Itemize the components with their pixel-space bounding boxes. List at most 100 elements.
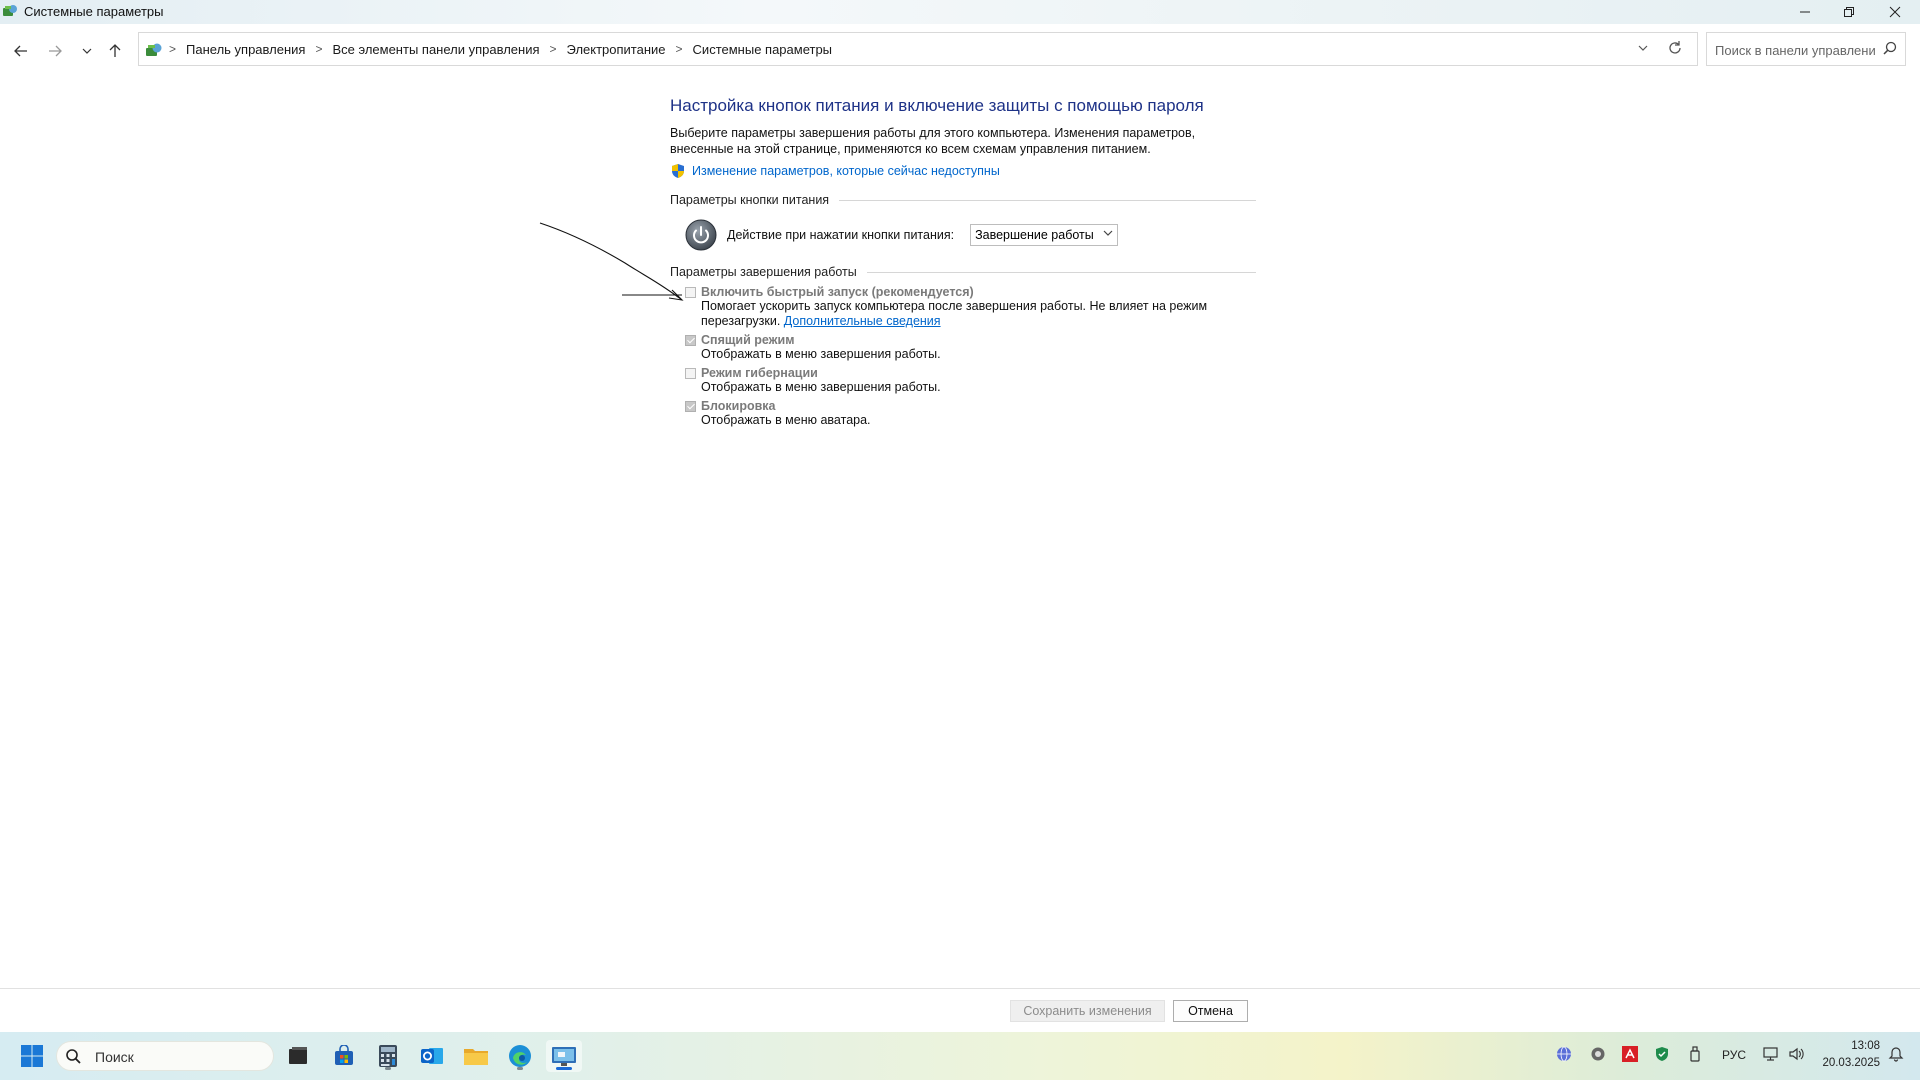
fast-startup-description: Помогает ускорить запуск компьютера посл… [701, 299, 1260, 329]
windows-logo-icon [21, 1045, 43, 1067]
change-unavailable-settings-link[interactable]: Изменение параметров, которые сейчас нед… [692, 164, 1000, 178]
volume-icon[interactable] [1788, 1046, 1806, 1062]
taskbar-outlook[interactable] [414, 1040, 450, 1072]
restore-icon [1844, 7, 1854, 17]
running-indicator [385, 1067, 391, 1070]
forward-arrow-icon [49, 45, 62, 57]
power-button-group-header: Параметры кнопки питания [670, 193, 1260, 207]
hibernate-label: Режим гибернации [701, 366, 818, 380]
lock-description: Отображать в меню аватара. [701, 413, 871, 427]
page-title: Настройка кнопок питания и включение защ… [670, 96, 1204, 115]
minimize-icon [1800, 11, 1810, 13]
hibernate-checkbox[interactable] [685, 367, 696, 379]
breadcrumb: > Панель управления > Все элементы панел… [169, 33, 832, 65]
language-indicator[interactable]: РУС [1722, 1048, 1746, 1062]
back-arrow-icon [14, 45, 27, 57]
save-changes-button[interactable]: Сохранить изменения [1010, 1000, 1165, 1022]
close-icon [1889, 6, 1901, 18]
chevron-down-icon [82, 48, 92, 54]
start-button[interactable] [14, 1040, 50, 1072]
title-bar: Системные параметры [0, 0, 1920, 24]
clock-date: 20.03.2025 [1822, 1057, 1880, 1069]
network-icon[interactable] [1762, 1046, 1780, 1062]
search-icon[interactable] [1883, 41, 1897, 55]
search-box[interactable] [1706, 32, 1906, 66]
taskbar-search-label: Поиск [95, 1049, 134, 1065]
power-group-title: Параметры кнопки питания [670, 193, 830, 207]
up-arrow-icon [109, 44, 121, 57]
folder-icon [464, 1049, 488, 1065]
shutdown-group-title: Параметры завершения работы [670, 265, 857, 279]
fast-startup-desc-line2: перезагрузки. [701, 314, 781, 328]
control-panel-icon [552, 1047, 576, 1066]
control-panel-icon [3, 5, 17, 16]
chevron-right-icon[interactable]: > [676, 42, 683, 56]
main-content: Настройка кнопок питания и включение защ… [670, 96, 1260, 428]
more-info-link[interactable]: Дополнительные сведения [784, 314, 941, 328]
lock-option: Блокировка Отображать в меню аватара. [685, 399, 1260, 428]
forward-button[interactable] [42, 38, 68, 64]
back-button[interactable] [8, 38, 34, 64]
taskbar: Поиск РУС 13:08 20.03.2025 [0, 1032, 1920, 1080]
running-indicator [556, 1067, 572, 1070]
control-panel-icon [146, 43, 162, 56]
divider [839, 199, 1256, 201]
amd-tray-icon[interactable] [1622, 1046, 1638, 1062]
cancel-button[interactable]: Отмена [1173, 1000, 1248, 1022]
sleep-option: Спящий режим Отображать в меню завершени… [685, 333, 1260, 362]
calculator-icon [379, 1045, 397, 1067]
clock[interactable]: 13:08 20.03.2025 [1810, 1038, 1880, 1072]
webcam-tray-icon[interactable] [1590, 1046, 1606, 1062]
power-button-action-row: Действие при нажатии кнопки питания: Зав… [685, 219, 1260, 251]
security-tray-icon[interactable] [1654, 1046, 1670, 1062]
store-icon [335, 1045, 353, 1065]
breadcrumb-system-settings[interactable]: Системные параметры [693, 42, 832, 57]
task-view-icon [289, 1047, 307, 1064]
breadcrumb-control-panel[interactable]: Панель управления [186, 42, 305, 57]
taskbar-task-view[interactable] [280, 1040, 316, 1072]
address-history-chevron-icon[interactable] [1637, 42, 1649, 54]
taskbar-calculator[interactable] [370, 1040, 406, 1072]
usb-tray-icon[interactable] [1688, 1046, 1702, 1062]
navigation-bar: > Панель управления > Все элементы панел… [0, 32, 1920, 68]
sleep-label: Спящий режим [701, 333, 795, 347]
taskbar-file-explorer[interactable] [458, 1040, 494, 1072]
globe-tray-icon[interactable] [1556, 1046, 1572, 1062]
taskbar-store[interactable] [326, 1040, 362, 1072]
taskbar-control-panel[interactable] [546, 1040, 582, 1072]
chevron-right-icon[interactable]: > [315, 42, 322, 56]
refresh-icon[interactable] [1667, 40, 1683, 56]
sleep-checkbox[interactable] [685, 334, 696, 346]
window-title: Системные параметры [24, 4, 164, 19]
notifications-icon[interactable] [1888, 1046, 1904, 1062]
address-bar[interactable]: > Панель управления > Все элементы панел… [138, 32, 1698, 66]
lock-checkbox[interactable] [685, 400, 696, 412]
hibernate-option: Режим гибернации Отображать в меню завер… [685, 366, 1260, 395]
outlook-icon [421, 1048, 443, 1064]
taskbar-search[interactable]: Поиск [56, 1041, 274, 1071]
chevron-right-icon[interactable]: > [169, 42, 176, 56]
breadcrumb-all-items[interactable]: Все элементы панели управления [332, 42, 539, 57]
search-input[interactable] [1713, 39, 1877, 61]
chevron-down-icon [1103, 230, 1113, 236]
divider [866, 271, 1256, 273]
breadcrumb-power-options[interactable]: Электропитание [567, 42, 666, 57]
recent-locations-button[interactable] [74, 38, 100, 64]
clock-time: 13:08 [1851, 1040, 1880, 1052]
uac-shield-icon [672, 164, 684, 178]
lock-label: Блокировка [701, 399, 776, 413]
chevron-right-icon[interactable]: > [550, 42, 557, 56]
restore-button[interactable] [1826, 0, 1872, 24]
running-indicator [517, 1067, 523, 1070]
taskbar-edge[interactable] [502, 1040, 538, 1072]
edge-icon [509, 1045, 531, 1067]
power-action-label: Действие при нажатии кнопки питания: [727, 228, 955, 242]
close-button[interactable] [1872, 0, 1918, 24]
admin-link-row: Изменение параметров, которые сейчас нед… [670, 163, 1260, 179]
power-action-select[interactable]: Завершение работы [970, 224, 1119, 246]
hibernate-description: Отображать в меню завершения работы. [701, 380, 941, 394]
power-action-value: Завершение работы [975, 228, 1094, 242]
minimize-button[interactable] [1782, 0, 1828, 24]
search-icon [66, 1049, 81, 1064]
up-button[interactable] [102, 38, 128, 64]
